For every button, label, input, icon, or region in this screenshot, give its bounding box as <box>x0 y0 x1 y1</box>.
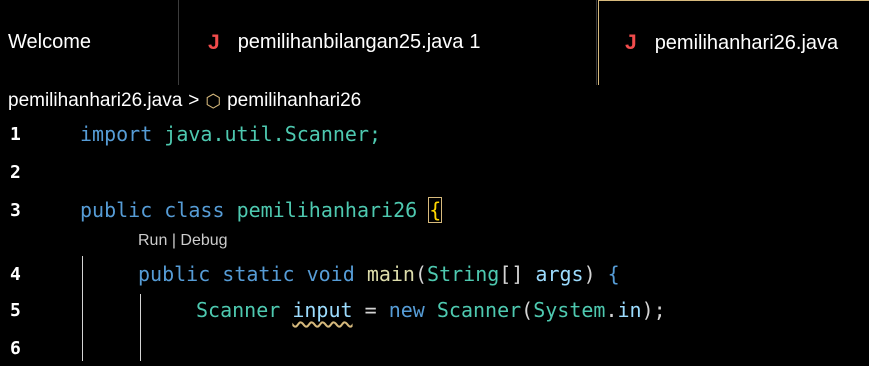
matched-brace: { <box>428 197 443 223</box>
field-token: in <box>617 298 642 322</box>
punctuation: ); <box>641 298 666 322</box>
line-code: Scanner input = new Scanner(System.in); <box>196 298 666 322</box>
variable-with-warning[interactable]: input <box>292 298 352 322</box>
line-code: import java.util.Scanner; <box>80 122 381 146</box>
code-line-4: 4 public static void main(String[] args)… <box>0 258 869 292</box>
code-line-3: 3 public class pemilihanhari26 { <box>0 194 869 228</box>
punctuation: ( <box>414 262 428 286</box>
tab-welcome[interactable]: Welcome <box>0 0 179 85</box>
keyword-token: new <box>388 298 425 322</box>
punctuation: [] <box>499 262 536 286</box>
code-line-2: 2 <box>0 156 869 190</box>
class-symbol-icon: ⬡ <box>205 90 222 111</box>
java-file-icon: J <box>208 30 220 54</box>
line-code: public class pemilihanhari26 { <box>80 197 443 223</box>
punctuation: . <box>605 298 618 322</box>
keyword-token: public <box>138 262 211 286</box>
code-lens: Run | Debug <box>138 232 228 250</box>
line-number: 1 <box>10 124 21 145</box>
java-file-icon: J <box>625 31 637 54</box>
breadcrumb: pemilihanhari26.java > ⬡ pemilihanhari26 <box>0 85 869 117</box>
run-link[interactable]: Run <box>138 232 167 249</box>
tab-label: pemilihanhari26.java <box>654 31 839 54</box>
tab-label: pemilihanbilangan25.java <box>237 31 464 53</box>
type-token: String <box>427 262 500 286</box>
keyword-token: public <box>80 198 153 222</box>
class-name-token: pemilihanhari26 <box>236 198 418 222</box>
breadcrumb-file[interactable]: pemilihanhari26.java <box>8 90 182 112</box>
keyword-token: void <box>306 262 355 286</box>
breadcrumb-symbol[interactable]: pemilihanhari26 <box>227 90 361 112</box>
keyword-token: import <box>80 122 153 146</box>
keyword-token: class <box>164 198 225 222</box>
import-path-token: java.util.Scanner; <box>152 122 382 146</box>
code-line-1: 1 import java.util.Scanner; <box>0 118 869 152</box>
code-editor[interactable]: 1 import java.util.Scanner; 2 3 public c… <box>0 118 869 361</box>
operator: = <box>352 298 389 322</box>
debug-link[interactable]: Debug <box>180 232 227 249</box>
brace: { <box>607 262 620 286</box>
tab-pemilihanhari26[interactable]: J pemilihanhari26.java <box>598 0 869 85</box>
line-code: public static void main(String[] args) { <box>138 262 620 286</box>
line-number: 2 <box>10 162 21 183</box>
keyword-token: static <box>222 262 295 286</box>
code-lens-divider: | <box>171 232 176 249</box>
editor-tab-bar: Welcome J pemilihanbilangan25.java 1 J p… <box>0 0 869 86</box>
problems-count: 1 <box>469 31 481 53</box>
line-number: 3 <box>10 200 21 221</box>
type-token: System <box>533 298 606 322</box>
punctuation: ) <box>583 262 608 286</box>
breadcrumb-separator: > <box>188 90 200 111</box>
tab-label: Welcome <box>8 31 91 53</box>
tab-pemilihanbilangan25[interactable]: J pemilihanbilangan25.java 1 <box>180 0 597 85</box>
parameter-token: args <box>535 262 584 286</box>
code-line-5: 5 Scanner input = new Scanner(System.in)… <box>0 294 869 328</box>
punctuation: ( <box>521 298 534 322</box>
method-name-token: main <box>366 262 415 286</box>
type-token: Scanner <box>196 298 281 322</box>
line-number: 4 <box>10 264 21 285</box>
line-number: 6 <box>10 338 21 359</box>
line-number: 5 <box>10 300 21 321</box>
type-token: Scanner <box>436 298 522 322</box>
